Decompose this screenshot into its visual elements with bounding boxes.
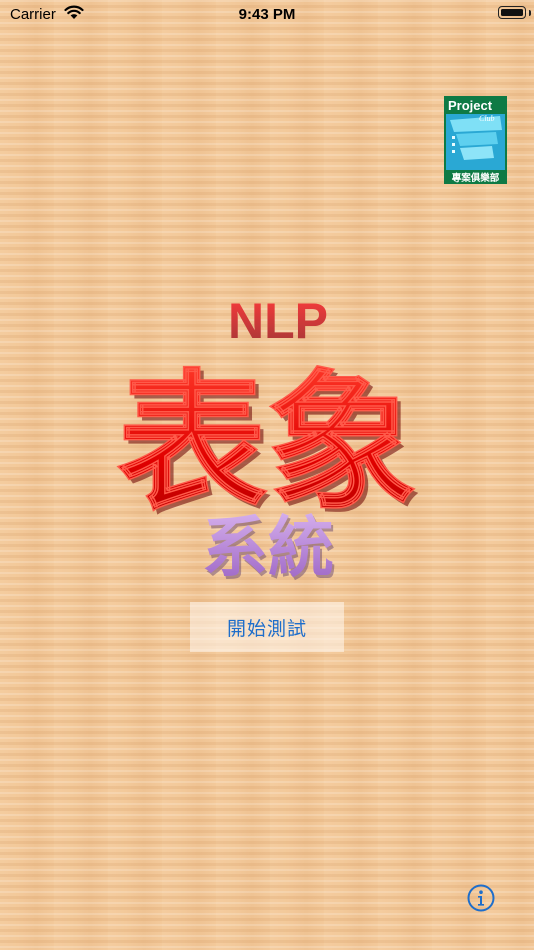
status-bar: Carrier 9:43 PM [0,0,534,30]
status-time: 9:43 PM [238,6,296,23]
start-test-button[interactable]: 開始測試 [190,602,344,652]
title-main: 表象 [117,357,417,531]
logo-project-text: Project [448,98,493,113]
project-club-logo: Project Club 專案俱樂部 [444,96,507,184]
title-nlp: NLP [228,293,328,349]
title-sub: 系統 [202,509,334,586]
logo-chinese-text: 專案俱樂部 [452,172,500,184]
title-artwork: NLP 表象 表象 系統 系統 [116,293,421,589]
battery-full-icon [498,6,526,19]
info-icon[interactable] [466,883,496,913]
logo-club-text: Club [479,114,495,123]
